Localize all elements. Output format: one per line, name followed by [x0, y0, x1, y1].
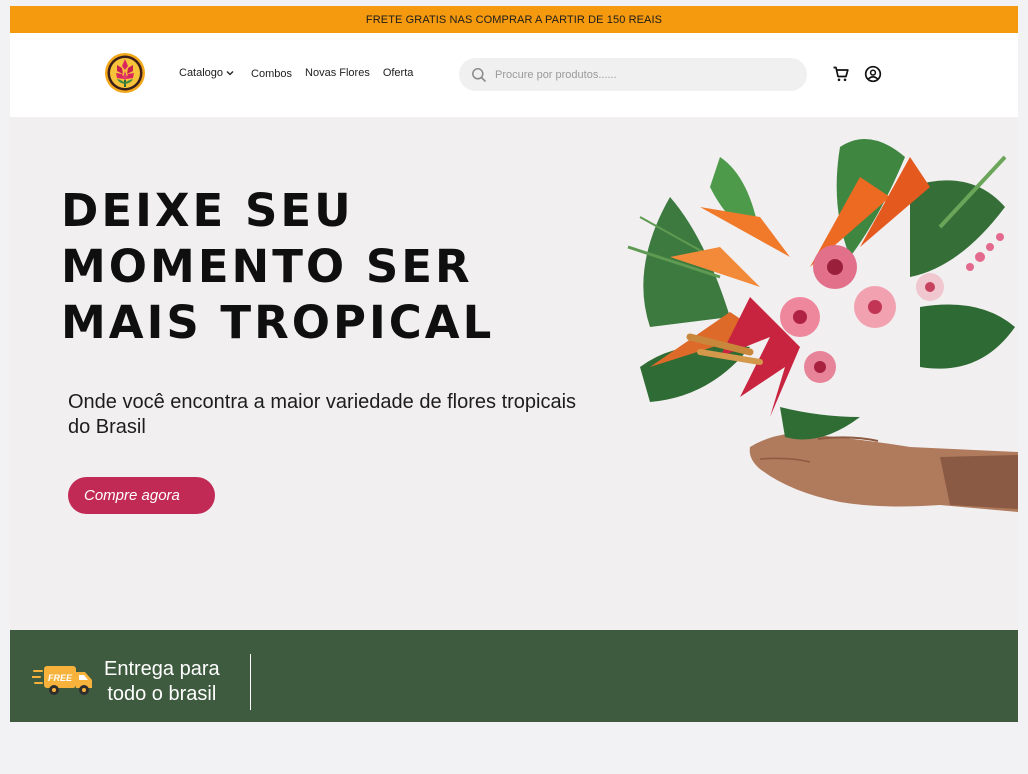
page: FRETE GRATIS NAS COMPRAR A PARTIR DE 150… — [0, 0, 1028, 774]
flower-logo-icon — [105, 53, 145, 93]
promo-bar: FRETE GRATIS NAS COMPRAR A PARTIR DE 150… — [10, 6, 1018, 33]
nav-catalogo-label: Catalogo — [179, 67, 224, 79]
delivery-text: Entrega para todo o brasil — [104, 657, 220, 707]
vertical-divider — [250, 654, 251, 710]
cart-icon[interactable] — [832, 65, 850, 83]
search-input[interactable] — [493, 67, 787, 82]
nav-novas-flores-label: Novas Flores — [305, 67, 370, 79]
nav-combos[interactable]: Combos — [251, 68, 292, 80]
delivery-banner: FREE Entrega para todo o brasil — [10, 630, 1018, 722]
nav-combos-label: Combos — [251, 68, 293, 80]
nav-catalogo[interactable]: Catalogo — [179, 67, 235, 79]
hero-subtitle: Onde você encontra a maior variedade de … — [68, 391, 577, 438]
hero-title-line-3: MAIS TROPICAL — [61, 296, 495, 349]
search-icon[interactable] — [471, 67, 487, 83]
free-badge-text: FREE — [48, 673, 73, 683]
nav-novas-flores[interactable]: Novas Flores — [305, 67, 370, 79]
promo-text: FRETE GRATIS NAS COMPRAR A PARTIR DE 150… — [365, 13, 663, 26]
delivery-line-1: Entrega para — [104, 658, 220, 680]
shop-now-button[interactable]: Compre agora — [68, 477, 215, 514]
hero-title-line-2: MOMENTO SER — [61, 240, 473, 293]
main-nav: Catalogo Combos Novas Flores Oferta — [179, 66, 413, 80]
chevron-down-icon — [226, 71, 234, 76]
site-header: Catalogo Combos Novas Flores Oferta — [10, 33, 1018, 117]
nav-oferta-label: Oferta — [382, 67, 414, 79]
nav-oferta[interactable]: Oferta — [383, 67, 414, 79]
tropical-bouquet-image — [627, 139, 1018, 512]
hero-banner: DEIXE SEU MOMENTO SER MAIS TROPICAL Onde… — [10, 117, 1018, 630]
hero-title-line-1: DEIXE SEU — [61, 184, 354, 237]
user-account-icon[interactable] — [864, 65, 882, 83]
search-bar[interactable] — [459, 58, 807, 91]
brand-logo[interactable] — [104, 52, 146, 94]
delivery-line-2: todo o brasil — [107, 683, 217, 705]
hero-title: DEIXE SEU MOMENTO SER MAIS TROPICAL — [61, 183, 621, 351]
delivery-truck-icon: FREE — [32, 666, 92, 695]
